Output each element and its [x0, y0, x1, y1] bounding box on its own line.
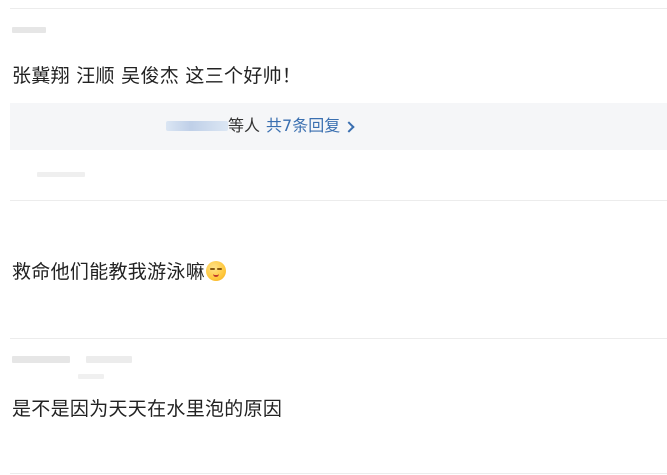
- comment-text: 张冀翔 汪顺 吴俊杰 这三个好帅！: [12, 65, 302, 87]
- comment-feed: 张冀翔 汪顺 吴俊杰 这三个好帅！ 等人 共7条回复 救命他们能教我游泳嘛 是不…: [0, 0, 667, 475]
- reply-summary[interactable]: 等人 共7条回复: [10, 103, 667, 150]
- reply-suffix: 等人: [228, 116, 261, 135]
- meta-placeholder: [78, 374, 104, 379]
- divider: [10, 473, 667, 474]
- comment-text: 是不是因为天天在水里泡的原因: [12, 398, 283, 420]
- comment-text: 救命他们能教我游泳嘛: [12, 260, 227, 284]
- meta-placeholder: [86, 356, 132, 363]
- comment-text-body: 救命他们能教我游泳嘛: [12, 261, 206, 283]
- divider: [10, 338, 667, 339]
- smiling-face-icon: [206, 261, 227, 281]
- replier-names-blurred: [166, 121, 228, 131]
- divider: [10, 8, 667, 9]
- username-placeholder[interactable]: [12, 27, 46, 33]
- view-replies-link[interactable]: 共7条回复: [266, 116, 340, 136]
- divider: [10, 200, 667, 201]
- chevron-right-icon: [343, 120, 355, 133]
- username-placeholder[interactable]: [12, 356, 70, 363]
- timestamp-placeholder: [37, 172, 85, 177]
